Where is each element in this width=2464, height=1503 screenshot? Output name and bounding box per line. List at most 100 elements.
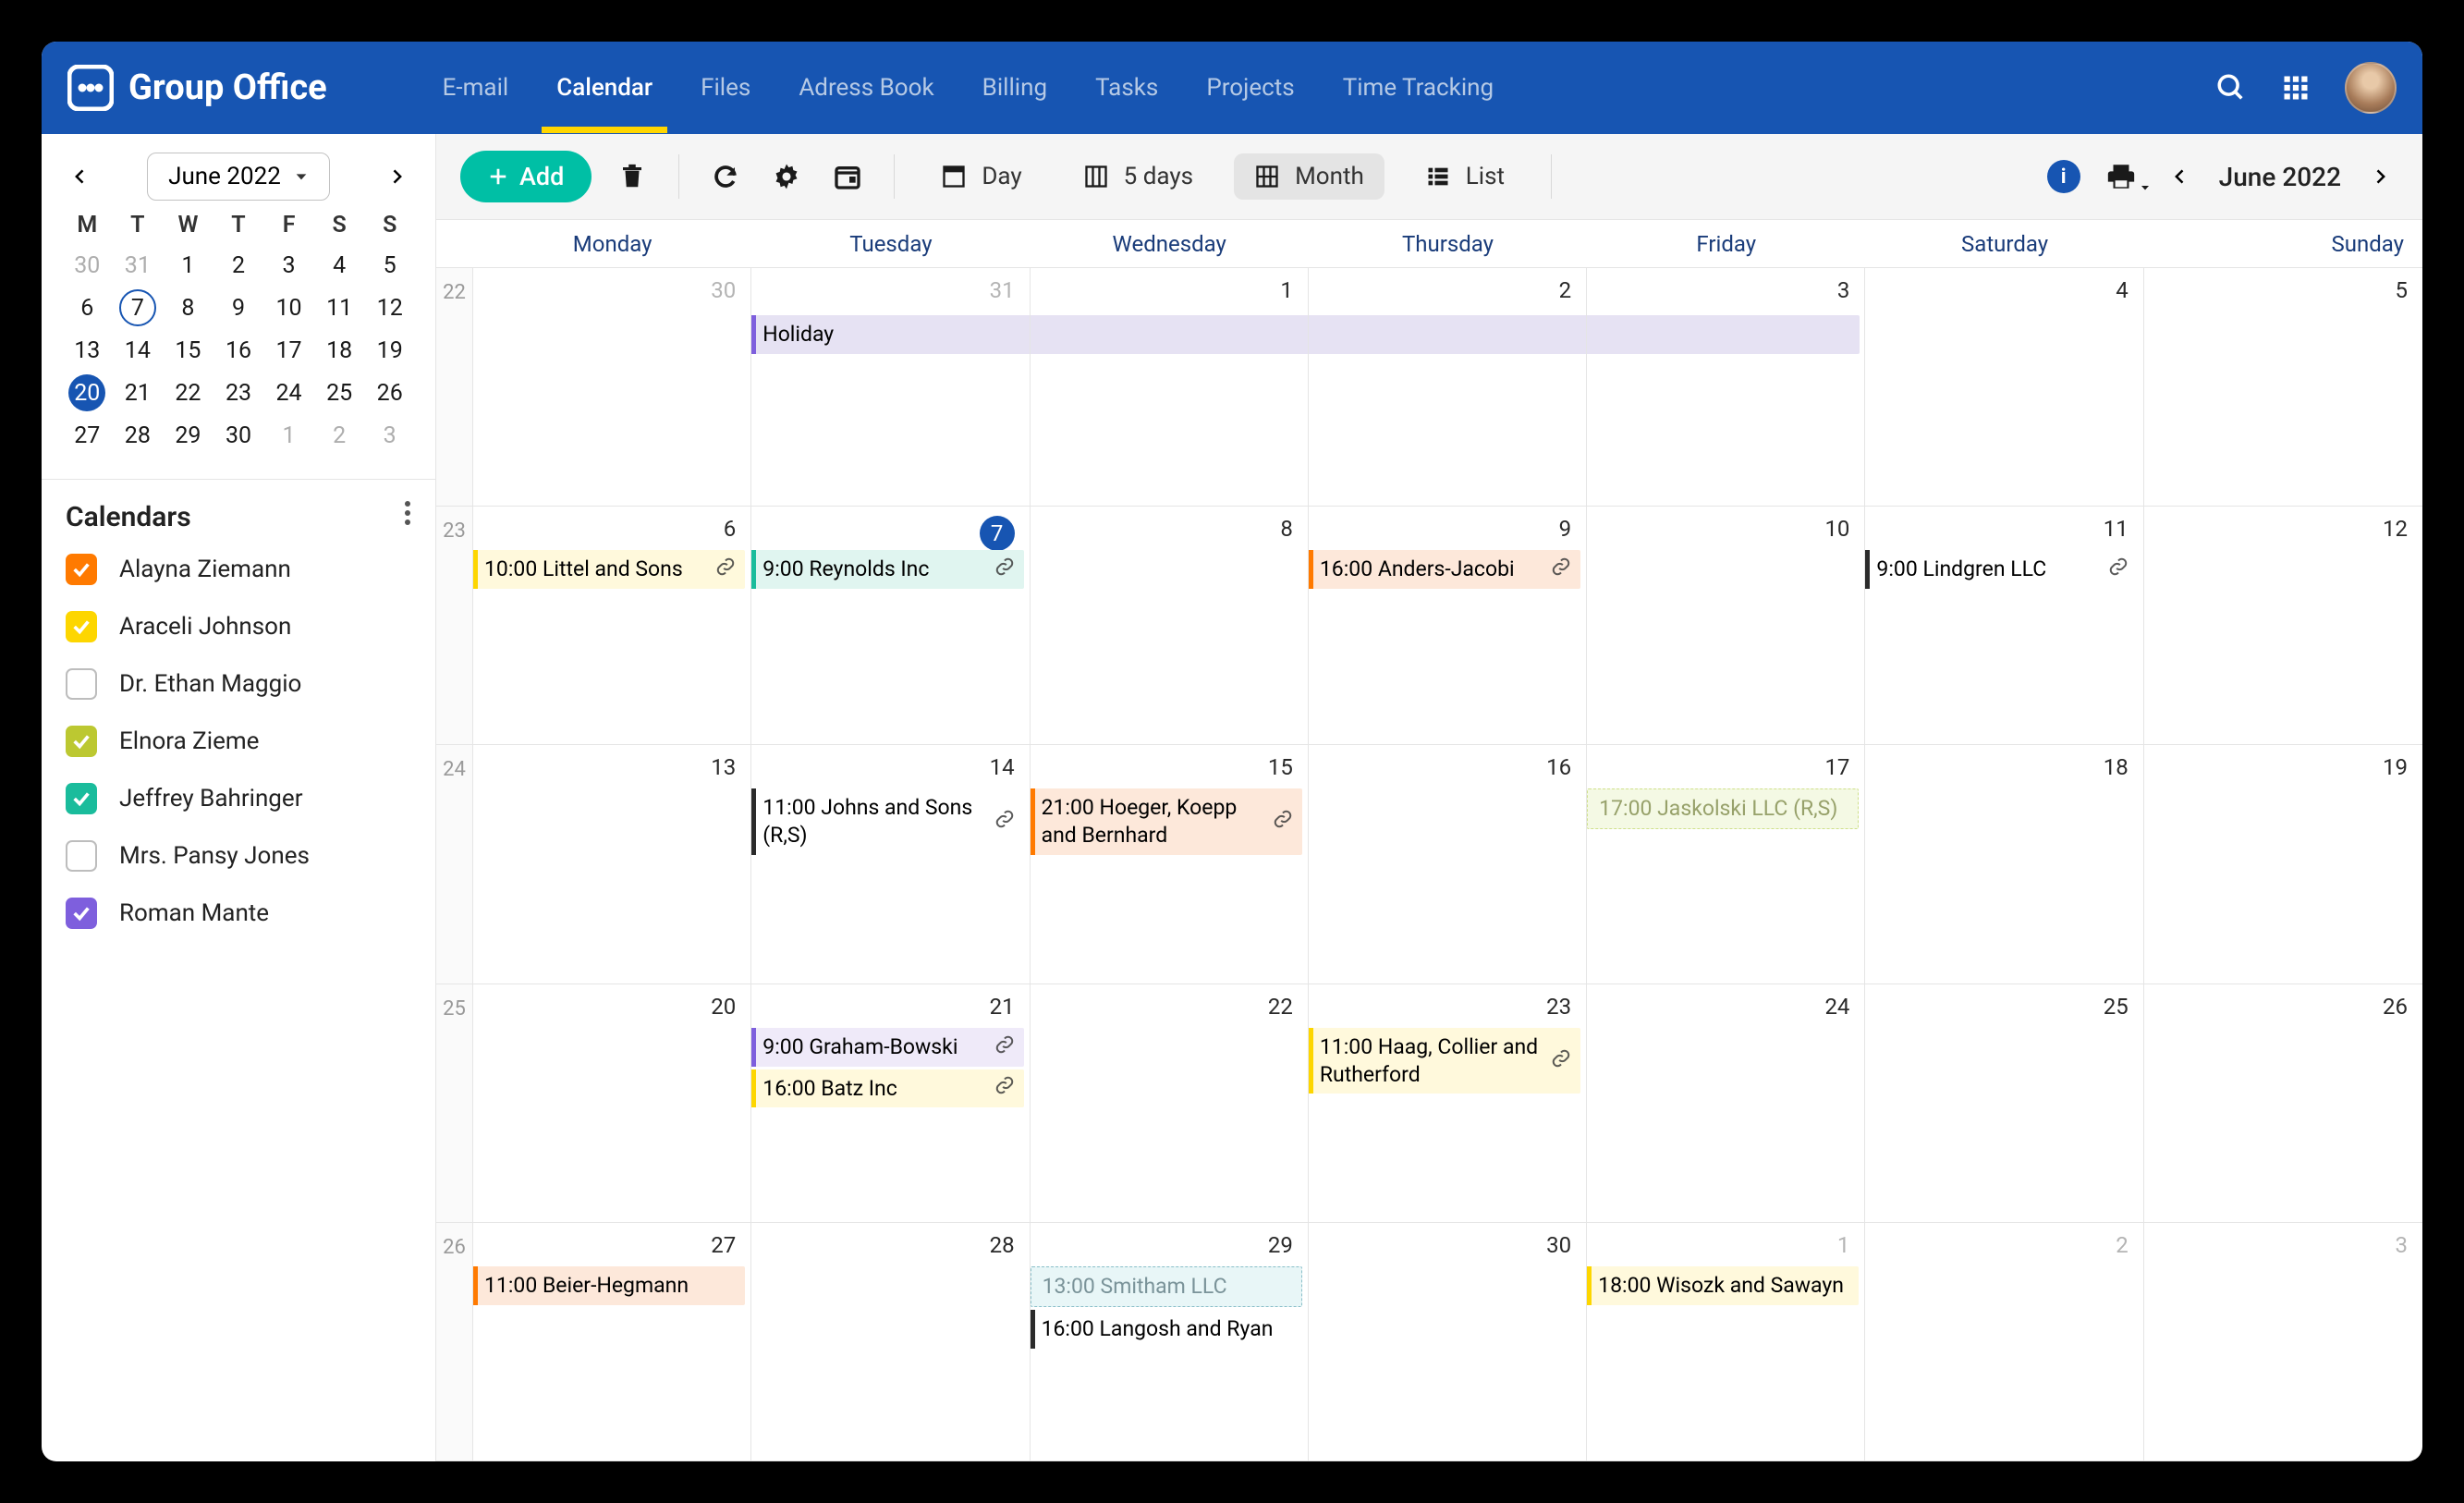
day-cell[interactable]: 28 <box>751 1223 1030 1460</box>
mini-cal-day[interactable]: 2 <box>314 414 365 457</box>
add-button[interactable]: Add <box>460 151 592 202</box>
mini-cal-day[interactable]: 21 <box>113 372 164 414</box>
mini-cal-day[interactable]: 14 <box>113 329 164 372</box>
day-cell[interactable]: 24 <box>1587 984 1865 1222</box>
refresh-icon[interactable] <box>705 156 746 197</box>
day-cell[interactable]: 19 <box>2144 745 2422 983</box>
mini-cal-day[interactable]: 20 <box>62 372 113 414</box>
day-cell[interactable]: 1 <box>1031 268 1309 506</box>
calendar-event[interactable]: 10:00 Littel and Sons <box>473 550 745 589</box>
day-cell[interactable]: 2711:00 Beier-Hegmann <box>473 1223 751 1460</box>
mini-cal-day[interactable]: 2 <box>213 244 264 287</box>
mini-cal-day[interactable]: 10 <box>263 287 314 329</box>
calendar-item[interactable]: Alayna Ziemann <box>66 554 411 585</box>
calendars-menu-icon[interactable] <box>404 500 411 533</box>
day-cell[interactable]: 2311:00 Haag, Collier and Rutherford <box>1309 984 1587 1222</box>
day-cell[interactable]: 916:00 Anders-Jacobi <box>1309 507 1587 744</box>
day-cell[interactable]: 1717:00 Jaskolski LLC (R,S) <box>1587 745 1865 983</box>
mini-cal-day[interactable]: 22 <box>163 372 213 414</box>
day-cell[interactable]: 2913:00 Smitham LLC16:00 Langosh and Rya… <box>1031 1223 1309 1460</box>
mini-cal-day[interactable]: 26 <box>364 372 415 414</box>
day-cell[interactable]: 2 <box>1865 1223 2143 1460</box>
mini-cal-day[interactable]: 13 <box>62 329 113 372</box>
print-icon[interactable] <box>2101 156 2141 197</box>
day-cell[interactable]: 3 <box>2144 1223 2422 1460</box>
calendar-checkbox[interactable] <box>66 726 97 757</box>
calendar-item[interactable]: Mrs. Pansy Jones <box>66 840 411 872</box>
view-month[interactable]: Month <box>1234 153 1384 200</box>
month-prev[interactable] <box>2162 158 2199 195</box>
day-cell[interactable]: 31 <box>751 268 1030 506</box>
mini-cal-day[interactable]: 3 <box>364 414 415 457</box>
view-5days[interactable]: 5 days <box>1063 153 1214 200</box>
day-cell[interactable]: 119:00 Lindgren LLC <box>1865 507 2143 744</box>
mini-cal-day[interactable]: 6 <box>62 287 113 329</box>
mini-cal-day[interactable]: 28 <box>113 414 164 457</box>
mini-cal-day[interactable]: 19 <box>364 329 415 372</box>
nav-projects[interactable]: Projects <box>1206 43 1294 133</box>
day-cell[interactable]: 18 <box>1865 745 2143 983</box>
mini-cal-next[interactable] <box>378 158 415 195</box>
mini-cal-prev[interactable] <box>62 158 99 195</box>
apps-grid-icon[interactable] <box>2282 74 2310 102</box>
calendar-event[interactable]: 9:00 Graham-Bowski <box>751 1028 1023 1067</box>
calendar-event[interactable]: 13:00 Smitham LLC <box>1031 1266 1302 1307</box>
mini-cal-day[interactable]: 16 <box>213 329 264 372</box>
nav-email[interactable]: E-mail <box>443 43 509 133</box>
day-cell[interactable]: 118:00 Wisozk and Sawayn <box>1587 1223 1865 1460</box>
day-cell[interactable]: 30 <box>1309 1223 1587 1460</box>
mini-cal-day[interactable]: 15 <box>163 329 213 372</box>
mini-cal-day[interactable]: 30 <box>213 414 264 457</box>
calendar-event[interactable]: 16:00 Batz Inc <box>751 1069 1023 1108</box>
mini-cal-day[interactable]: 17 <box>263 329 314 372</box>
day-cell[interactable]: 79:00 Reynolds Inc <box>751 507 1030 744</box>
calendar-event[interactable]: 11:00 Haag, Collier and Rutherford <box>1309 1028 1580 1094</box>
calendar-event[interactable]: 17:00 Jaskolski LLC (R,S) <box>1587 788 1859 829</box>
nav-files[interactable]: Files <box>701 43 750 133</box>
view-list[interactable]: List <box>1405 153 1525 200</box>
calendar-event[interactable]: 21:00 Hoeger, Koepp and Bernhard <box>1031 788 1302 855</box>
day-cell[interactable]: 13 <box>473 745 751 983</box>
calendar-checkbox[interactable] <box>66 840 97 872</box>
day-cell[interactable]: 16 <box>1309 745 1587 983</box>
calendar-item[interactable]: Elnora Zieme <box>66 726 411 757</box>
mini-cal-day[interactable]: 8 <box>163 287 213 329</box>
mini-cal-day[interactable]: 4 <box>314 244 365 287</box>
mini-cal-day[interactable]: 31 <box>113 244 164 287</box>
calendar-event[interactable]: 16:00 Anders-Jacobi <box>1309 550 1580 589</box>
day-cell[interactable]: 8 <box>1031 507 1309 744</box>
calendar-checkbox[interactable] <box>66 898 97 929</box>
calendar-event[interactable]: 11:00 Beier-Hegmann <box>473 1266 745 1305</box>
mini-cal-day[interactable]: 30 <box>62 244 113 287</box>
calendar-item[interactable]: Dr. Ethan Maggio <box>66 668 411 700</box>
mini-cal-day[interactable]: 23 <box>213 372 264 414</box>
calendar-checkbox[interactable] <box>66 611 97 642</box>
nav-calendar[interactable]: Calendar <box>556 43 653 133</box>
day-cell[interactable]: 12 <box>2144 507 2422 744</box>
mini-cal-day[interactable]: 1 <box>163 244 213 287</box>
day-cell[interactable]: 30 <box>473 268 751 506</box>
mini-cal-day[interactable]: 11 <box>314 287 365 329</box>
jump-today-icon[interactable] <box>827 156 868 197</box>
mini-cal-month-select[interactable]: June 2022 <box>147 153 330 201</box>
calendar-checkbox[interactable] <box>66 783 97 814</box>
mini-cal-day[interactable]: 18 <box>314 329 365 372</box>
day-cell[interactable]: 26 <box>2144 984 2422 1222</box>
settings-icon[interactable] <box>766 156 807 197</box>
search-icon[interactable] <box>2215 72 2247 104</box>
mini-cal-day[interactable]: 12 <box>364 287 415 329</box>
calendar-event[interactable]: 9:00 Reynolds Inc <box>751 550 1023 589</box>
nav-billing[interactable]: Billing <box>982 43 1047 133</box>
day-cell[interactable]: 20 <box>473 984 751 1222</box>
mini-cal-day[interactable]: 29 <box>163 414 213 457</box>
calendar-item[interactable]: Roman Mante <box>66 898 411 929</box>
day-cell[interactable]: 4 <box>1865 268 2143 506</box>
calendar-checkbox[interactable] <box>66 554 97 585</box>
mini-cal-day[interactable]: 3 <box>263 244 314 287</box>
view-day[interactable]: Day <box>921 153 1042 200</box>
mini-cal-day[interactable]: 5 <box>364 244 415 287</box>
month-next[interactable] <box>2361 158 2398 195</box>
day-cell[interactable]: 25 <box>1865 984 2143 1222</box>
calendar-event[interactable]: 18:00 Wisozk and Sawayn <box>1587 1266 1859 1305</box>
user-avatar[interactable] <box>2345 62 2397 114</box>
